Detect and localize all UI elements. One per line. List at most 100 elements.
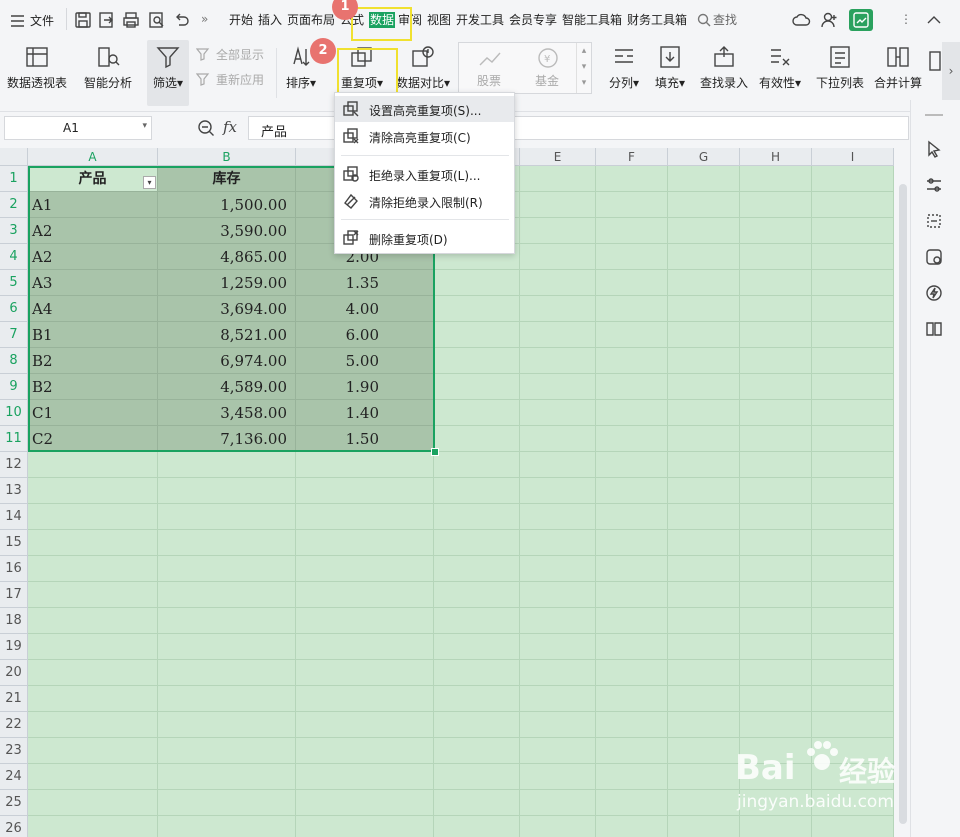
cell[interactable] bbox=[434, 270, 520, 296]
cell[interactable] bbox=[668, 660, 740, 686]
fill-handle[interactable] bbox=[431, 448, 439, 456]
cell[interactable] bbox=[740, 374, 812, 400]
cell[interactable] bbox=[158, 452, 296, 478]
cell[interactable] bbox=[520, 218, 596, 244]
cell[interactable] bbox=[596, 582, 668, 608]
cell[interactable] bbox=[668, 478, 740, 504]
cell[interactable] bbox=[520, 452, 596, 478]
cell[interactable] bbox=[740, 270, 812, 296]
cell[interactable] bbox=[740, 244, 812, 270]
cell[interactable] bbox=[812, 322, 894, 348]
lookup-entry-button[interactable]: 查找录入 bbox=[697, 40, 751, 106]
cell[interactable] bbox=[296, 634, 434, 660]
cell[interactable] bbox=[28, 556, 158, 582]
cell[interactable] bbox=[520, 686, 596, 712]
cell[interactable]: A2 bbox=[28, 218, 158, 244]
cell[interactable] bbox=[740, 452, 812, 478]
cell[interactable] bbox=[520, 816, 596, 837]
cell[interactable] bbox=[668, 608, 740, 634]
cell[interactable] bbox=[596, 244, 668, 270]
row-header[interactable]: 7 bbox=[0, 322, 28, 348]
cell[interactable] bbox=[596, 660, 668, 686]
cell[interactable] bbox=[740, 556, 812, 582]
ribbon-overflow-icon[interactable] bbox=[928, 48, 942, 74]
cell[interactable] bbox=[740, 634, 812, 660]
cell[interactable] bbox=[434, 660, 520, 686]
cell[interactable] bbox=[434, 634, 520, 660]
cell[interactable]: 1.35 bbox=[296, 270, 434, 296]
cell[interactable] bbox=[596, 686, 668, 712]
menu-tab[interactable]: 视图 bbox=[427, 12, 451, 28]
cell[interactable] bbox=[596, 270, 668, 296]
fx-icon[interactable]: fx bbox=[223, 118, 237, 136]
cell[interactable] bbox=[740, 816, 812, 837]
cell[interactable] bbox=[296, 816, 434, 837]
cell[interactable] bbox=[28, 660, 158, 686]
row-header[interactable]: 15 bbox=[0, 530, 28, 556]
cell[interactable]: A1 bbox=[28, 192, 158, 218]
cell[interactable]: A3 bbox=[28, 270, 158, 296]
cell[interactable] bbox=[668, 764, 740, 790]
cell[interactable] bbox=[740, 686, 812, 712]
cell[interactable] bbox=[520, 608, 596, 634]
cell[interactable] bbox=[434, 400, 520, 426]
select-all-corner[interactable] bbox=[0, 148, 28, 166]
lightning-icon[interactable] bbox=[925, 284, 943, 302]
cell[interactable] bbox=[434, 348, 520, 374]
header-cell-stock[interactable]: 库存 bbox=[158, 166, 296, 192]
cell[interactable] bbox=[596, 218, 668, 244]
cell[interactable] bbox=[28, 686, 158, 712]
cell[interactable] bbox=[596, 322, 668, 348]
cell[interactable] bbox=[434, 738, 520, 764]
cell[interactable] bbox=[28, 452, 158, 478]
format-icon[interactable] bbox=[925, 212, 943, 230]
cell[interactable] bbox=[812, 452, 894, 478]
cell[interactable] bbox=[434, 296, 520, 322]
cell[interactable] bbox=[296, 686, 434, 712]
cell[interactable]: 4.00 bbox=[296, 296, 434, 322]
cell[interactable] bbox=[668, 322, 740, 348]
validity-button[interactable]: 有效性▾ bbox=[756, 40, 804, 106]
scroll-thumb[interactable] bbox=[899, 184, 907, 824]
cell[interactable] bbox=[740, 608, 812, 634]
cell[interactable] bbox=[520, 296, 596, 322]
export-icon[interactable] bbox=[98, 11, 116, 29]
row-header[interactable]: 8 bbox=[0, 348, 28, 374]
cell[interactable] bbox=[520, 504, 596, 530]
cell[interactable]: B2 bbox=[28, 348, 158, 374]
cell[interactable]: 6.00 bbox=[296, 322, 434, 348]
vertical-scrollbar[interactable] bbox=[896, 148, 910, 837]
cell[interactable] bbox=[158, 738, 296, 764]
row-header[interactable]: 17 bbox=[0, 582, 28, 608]
file-menu[interactable]: 文件 bbox=[8, 12, 68, 30]
cell[interactable] bbox=[28, 504, 158, 530]
cell[interactable] bbox=[296, 660, 434, 686]
cell[interactable]: C2 bbox=[28, 426, 158, 452]
cell[interactable] bbox=[740, 348, 812, 374]
cell[interactable] bbox=[812, 816, 894, 837]
share-user-icon[interactable] bbox=[820, 11, 838, 29]
cell[interactable] bbox=[596, 478, 668, 504]
cell[interactable] bbox=[812, 374, 894, 400]
cell[interactable]: 3,694.00 bbox=[158, 296, 296, 322]
cell[interactable] bbox=[158, 790, 296, 816]
cell[interactable] bbox=[596, 166, 668, 192]
cell[interactable] bbox=[158, 556, 296, 582]
name-box-dropdown-icon[interactable]: ▾ bbox=[142, 121, 147, 131]
cell[interactable] bbox=[434, 530, 520, 556]
row-header[interactable]: 2 bbox=[0, 192, 28, 218]
select-cursor-icon[interactable] bbox=[925, 140, 943, 158]
cell[interactable] bbox=[28, 816, 158, 837]
cell[interactable] bbox=[668, 816, 740, 837]
cell[interactable] bbox=[434, 322, 520, 348]
cell[interactable] bbox=[812, 478, 894, 504]
cell[interactable] bbox=[668, 374, 740, 400]
cell[interactable] bbox=[812, 712, 894, 738]
row-header[interactable]: 14 bbox=[0, 504, 28, 530]
cell[interactable] bbox=[740, 218, 812, 244]
row-header[interactable]: 5 bbox=[0, 270, 28, 296]
cell[interactable] bbox=[434, 504, 520, 530]
cell[interactable] bbox=[596, 738, 668, 764]
cell[interactable]: 1.90 bbox=[296, 374, 434, 400]
cell[interactable] bbox=[296, 478, 434, 504]
